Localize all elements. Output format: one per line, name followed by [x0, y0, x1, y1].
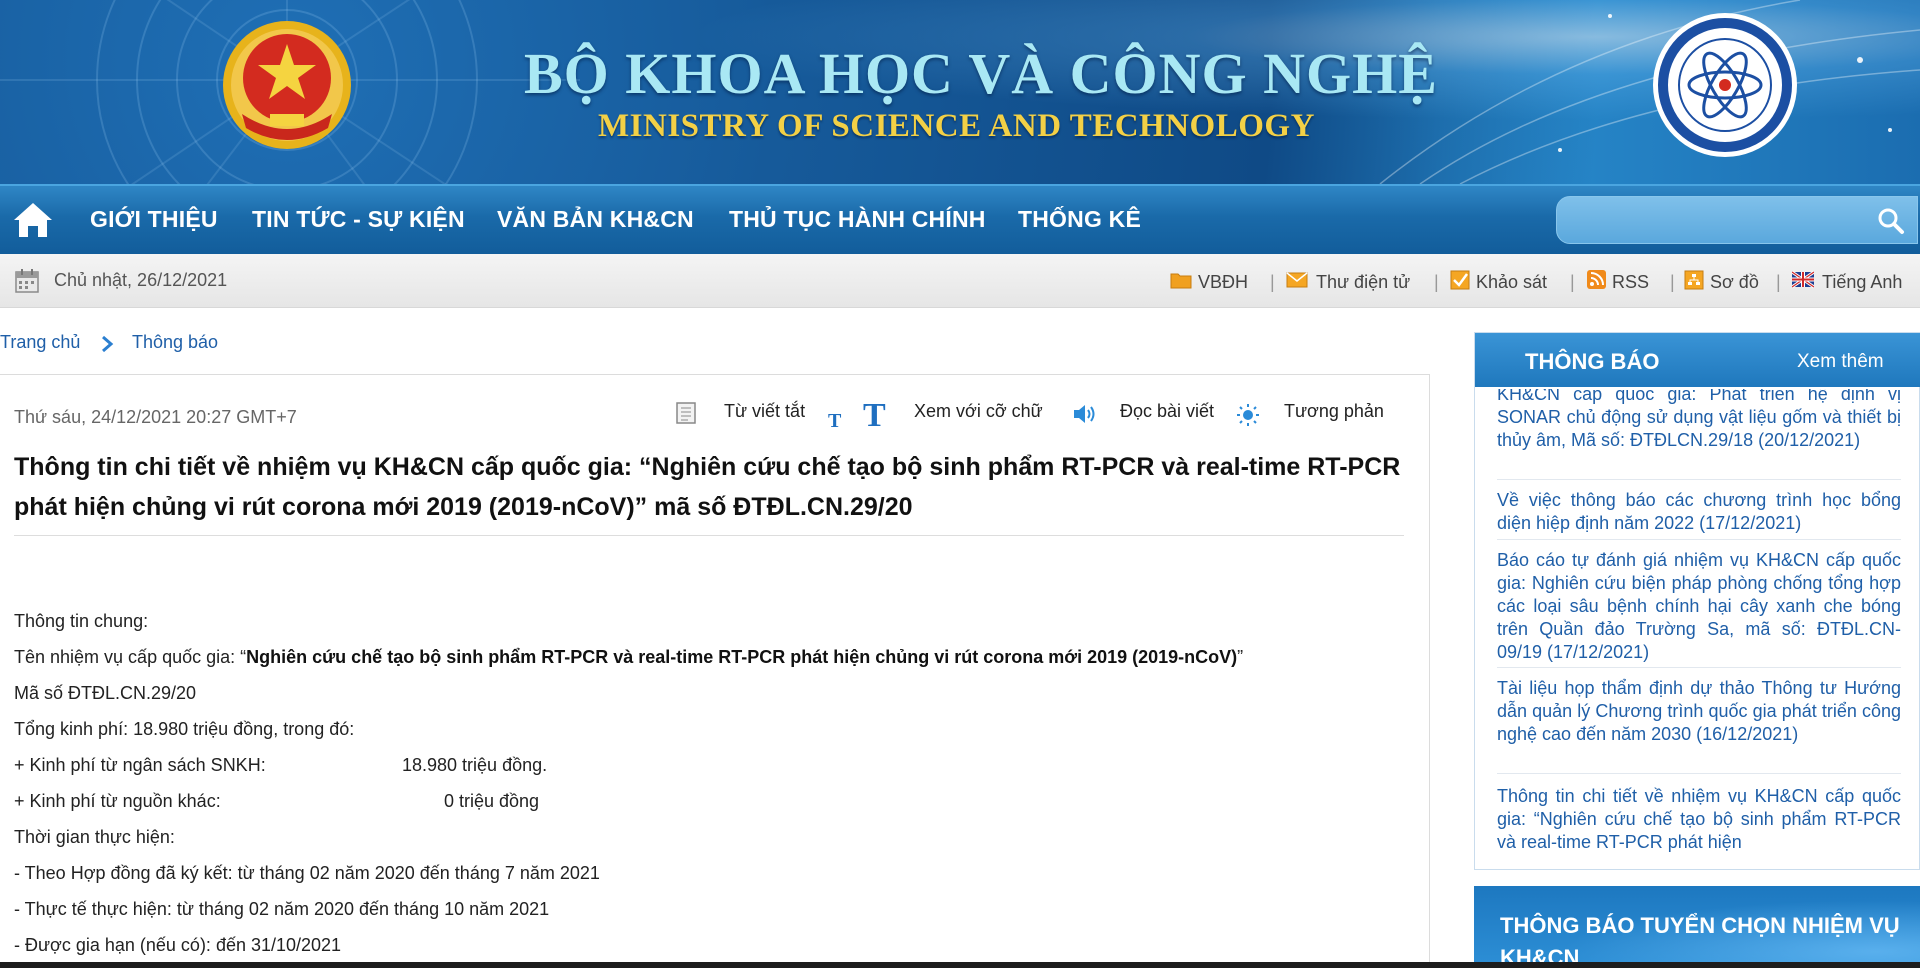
- promo-title: THÔNG BÁO TUYỂN CHỌN NHIỆM VỤ KH&CN: [1500, 913, 1900, 968]
- body-extension: - Được gia hạn (nếu có): đến 31/10/2021: [14, 935, 342, 955]
- article-date: Thứ sáu, 24/12/2021 20:27 GMT+7: [14, 407, 297, 427]
- svg-text:T: T: [828, 410, 842, 429]
- tool-abbreviations[interactable]: Từ viết tắt: [724, 401, 805, 422]
- body-task-name: Tên nhiệm vụ cấp quốc gia: “Nghiên cứu c…: [14, 647, 1243, 668]
- article: Thứ sáu, 24/12/2021 20:27 GMT+7 Từ viết …: [0, 374, 1430, 968]
- nav-item-van-ban[interactable]: VĂN BẢN KH&CN: [497, 206, 694, 233]
- sitemap-icon: [1684, 270, 1704, 290]
- speaker-icon[interactable]: [1072, 403, 1098, 425]
- util-link-vbdh[interactable]: VBĐH: [1198, 272, 1248, 293]
- search-box: [1556, 196, 1918, 244]
- site-title-vn: BỘ KHOA HỌC VÀ CÔNG NGHỆ: [524, 41, 1438, 106]
- main-nav: GIỚI THIỆU TIN TỨC - SỰ KIỆN VĂN BẢN KH&…: [0, 184, 1920, 254]
- sidebar-list: KH&CN cấp quốc gia: Phát triển hệ định v…: [1475, 389, 1919, 867]
- svg-text:T: T: [863, 397, 886, 429]
- envelope-icon: [1286, 272, 1308, 288]
- sidebar-header: THÔNG BÁO Xem thêm: [1475, 333, 1920, 387]
- nav-item-tin-tuc[interactable]: TIN TỨC - SỰ KIỆN: [252, 206, 465, 233]
- contrast-sun-icon[interactable]: [1236, 403, 1260, 427]
- list-divider: [1497, 539, 1901, 540]
- header-banner: BỘ KHOA HỌC VÀ CÔNG NGHỆ MINISTRY OF SCI…: [0, 0, 1920, 184]
- util-separator: |: [1570, 272, 1575, 292]
- article-title: Thông tin chi tiết về nhiệm vụ KH&CN cấp…: [14, 453, 1401, 521]
- nav-item-thong-ke[interactable]: THỐNG KÊ: [1018, 206, 1141, 233]
- calendar-icon: [15, 269, 39, 293]
- rss-icon: [1587, 270, 1606, 289]
- national-emblem-icon: [223, 21, 351, 149]
- body-total-budget: Tổng kinh phí: 18.980 triệu đồng, trong …: [14, 719, 355, 739]
- body-code: Mã số ĐTĐL.CN.29/20: [14, 683, 197, 703]
- breadcrumb-current[interactable]: Thông báo: [132, 332, 218, 353]
- tool-font-size[interactable]: Xem với cỡ chữ: [914, 401, 1043, 422]
- info-bar: Chủ nhật, 26/12/2021 VBĐH | Thư điện tử …: [0, 254, 1920, 308]
- list-item[interactable]: Tài liệu họp thẩm định dự thảo Thông tư …: [1497, 677, 1901, 746]
- util-separator: |: [1776, 272, 1781, 292]
- folder-icon: [1170, 273, 1192, 289]
- body-contract: - Theo Hợp đồng đã ký kết: từ tháng 02 n…: [14, 863, 600, 883]
- list-item[interactable]: Báo cáo tự đánh giá nhiệm vụ KH&CN cấp q…: [1497, 549, 1901, 664]
- task-name-label: Tên nhiệm vụ cấp quốc gia: “: [14, 647, 247, 667]
- list-divider: [1497, 667, 1901, 668]
- current-date: Chủ nhật, 26/12/2021: [54, 270, 228, 290]
- body-budget-other-value: 0 triệu đồng: [444, 791, 540, 811]
- list-item[interactable]: KH&CN cấp quốc gia: Phát triển hệ định v…: [1497, 389, 1901, 452]
- tool-read-aloud[interactable]: Đọc bài viết: [1120, 401, 1214, 422]
- search-icon[interactable]: [1877, 207, 1905, 235]
- nav-item-thu-tuc[interactable]: THỦ TỤC HÀNH CHÍNH: [729, 206, 986, 233]
- body-duration: Thời gian thực hiện:: [14, 827, 175, 847]
- body-general: Thông tin chung:: [14, 611, 149, 631]
- util-link-sitemap[interactable]: Sơ đồ: [1710, 272, 1759, 293]
- util-link-english[interactable]: Tiếng Anh: [1822, 272, 1902, 293]
- nav-item-gioi-thieu[interactable]: GIỚI THIỆU: [90, 206, 218, 233]
- util-link-rss[interactable]: RSS: [1612, 272, 1649, 293]
- site-title-en: MINISTRY OF SCIENCE AND TECHNOLOGY: [598, 108, 1315, 144]
- list-item[interactable]: Về việc thông báo các chương trình học b…: [1497, 489, 1901, 535]
- window-bottom-edge: [0, 962, 1920, 968]
- promo-banner[interactable]: THÔNG BÁO TUYỂN CHỌN NHIỆM VỤ KH&CN: [1474, 886, 1920, 968]
- util-link-email[interactable]: Thư điện tử: [1316, 272, 1410, 293]
- util-separator: |: [1270, 272, 1275, 292]
- uk-flag-icon: [1792, 270, 1814, 289]
- task-name-close: ”: [1237, 647, 1244, 667]
- sidebar-title: THÔNG BÁO: [1525, 349, 1660, 374]
- util-separator: |: [1670, 272, 1675, 292]
- chevron-right-icon: [102, 335, 114, 353]
- body-budget-snkh-label: + Kinh phí từ ngân sách SNKH:: [14, 755, 266, 775]
- tool-contrast[interactable]: Tương phản: [1284, 401, 1384, 422]
- util-link-survey[interactable]: Khảo sát: [1476, 272, 1547, 293]
- article-divider: [14, 535, 1404, 536]
- font-larger-icon[interactable]: T: [862, 397, 890, 429]
- body-budget-other-label: + Kinh phí từ nguồn khác:: [14, 791, 221, 811]
- util-separator: |: [1434, 272, 1439, 292]
- document-icon[interactable]: [674, 401, 698, 425]
- ministry-logo-icon: [1653, 13, 1797, 157]
- checkbox-icon: [1450, 270, 1470, 290]
- body-actual: - Thực tế thực hiện: từ tháng 02 năm 202…: [14, 899, 550, 919]
- body-budget-snkh-value: 18.980 triệu đồng.: [402, 755, 548, 775]
- search-input[interactable]: [1571, 205, 1861, 235]
- font-smaller-icon[interactable]: T: [826, 409, 844, 429]
- breadcrumb-home[interactable]: Trang chủ: [0, 332, 80, 353]
- home-icon[interactable]: [12, 200, 54, 240]
- list-item[interactable]: Thông tin chi tiết về nhiệm vụ KH&CN cấp…: [1497, 785, 1901, 854]
- list-divider: [1497, 773, 1901, 774]
- sidebar-announcements: THÔNG BÁO Xem thêm KH&CN cấp quốc gia: P…: [1474, 332, 1920, 870]
- task-name: Nghiên cứu chế tạo bộ sinh phẩm RT-PCR v…: [246, 647, 1238, 667]
- sidebar-more-link[interactable]: Xem thêm: [1797, 351, 1884, 373]
- list-divider: [1497, 479, 1901, 480]
